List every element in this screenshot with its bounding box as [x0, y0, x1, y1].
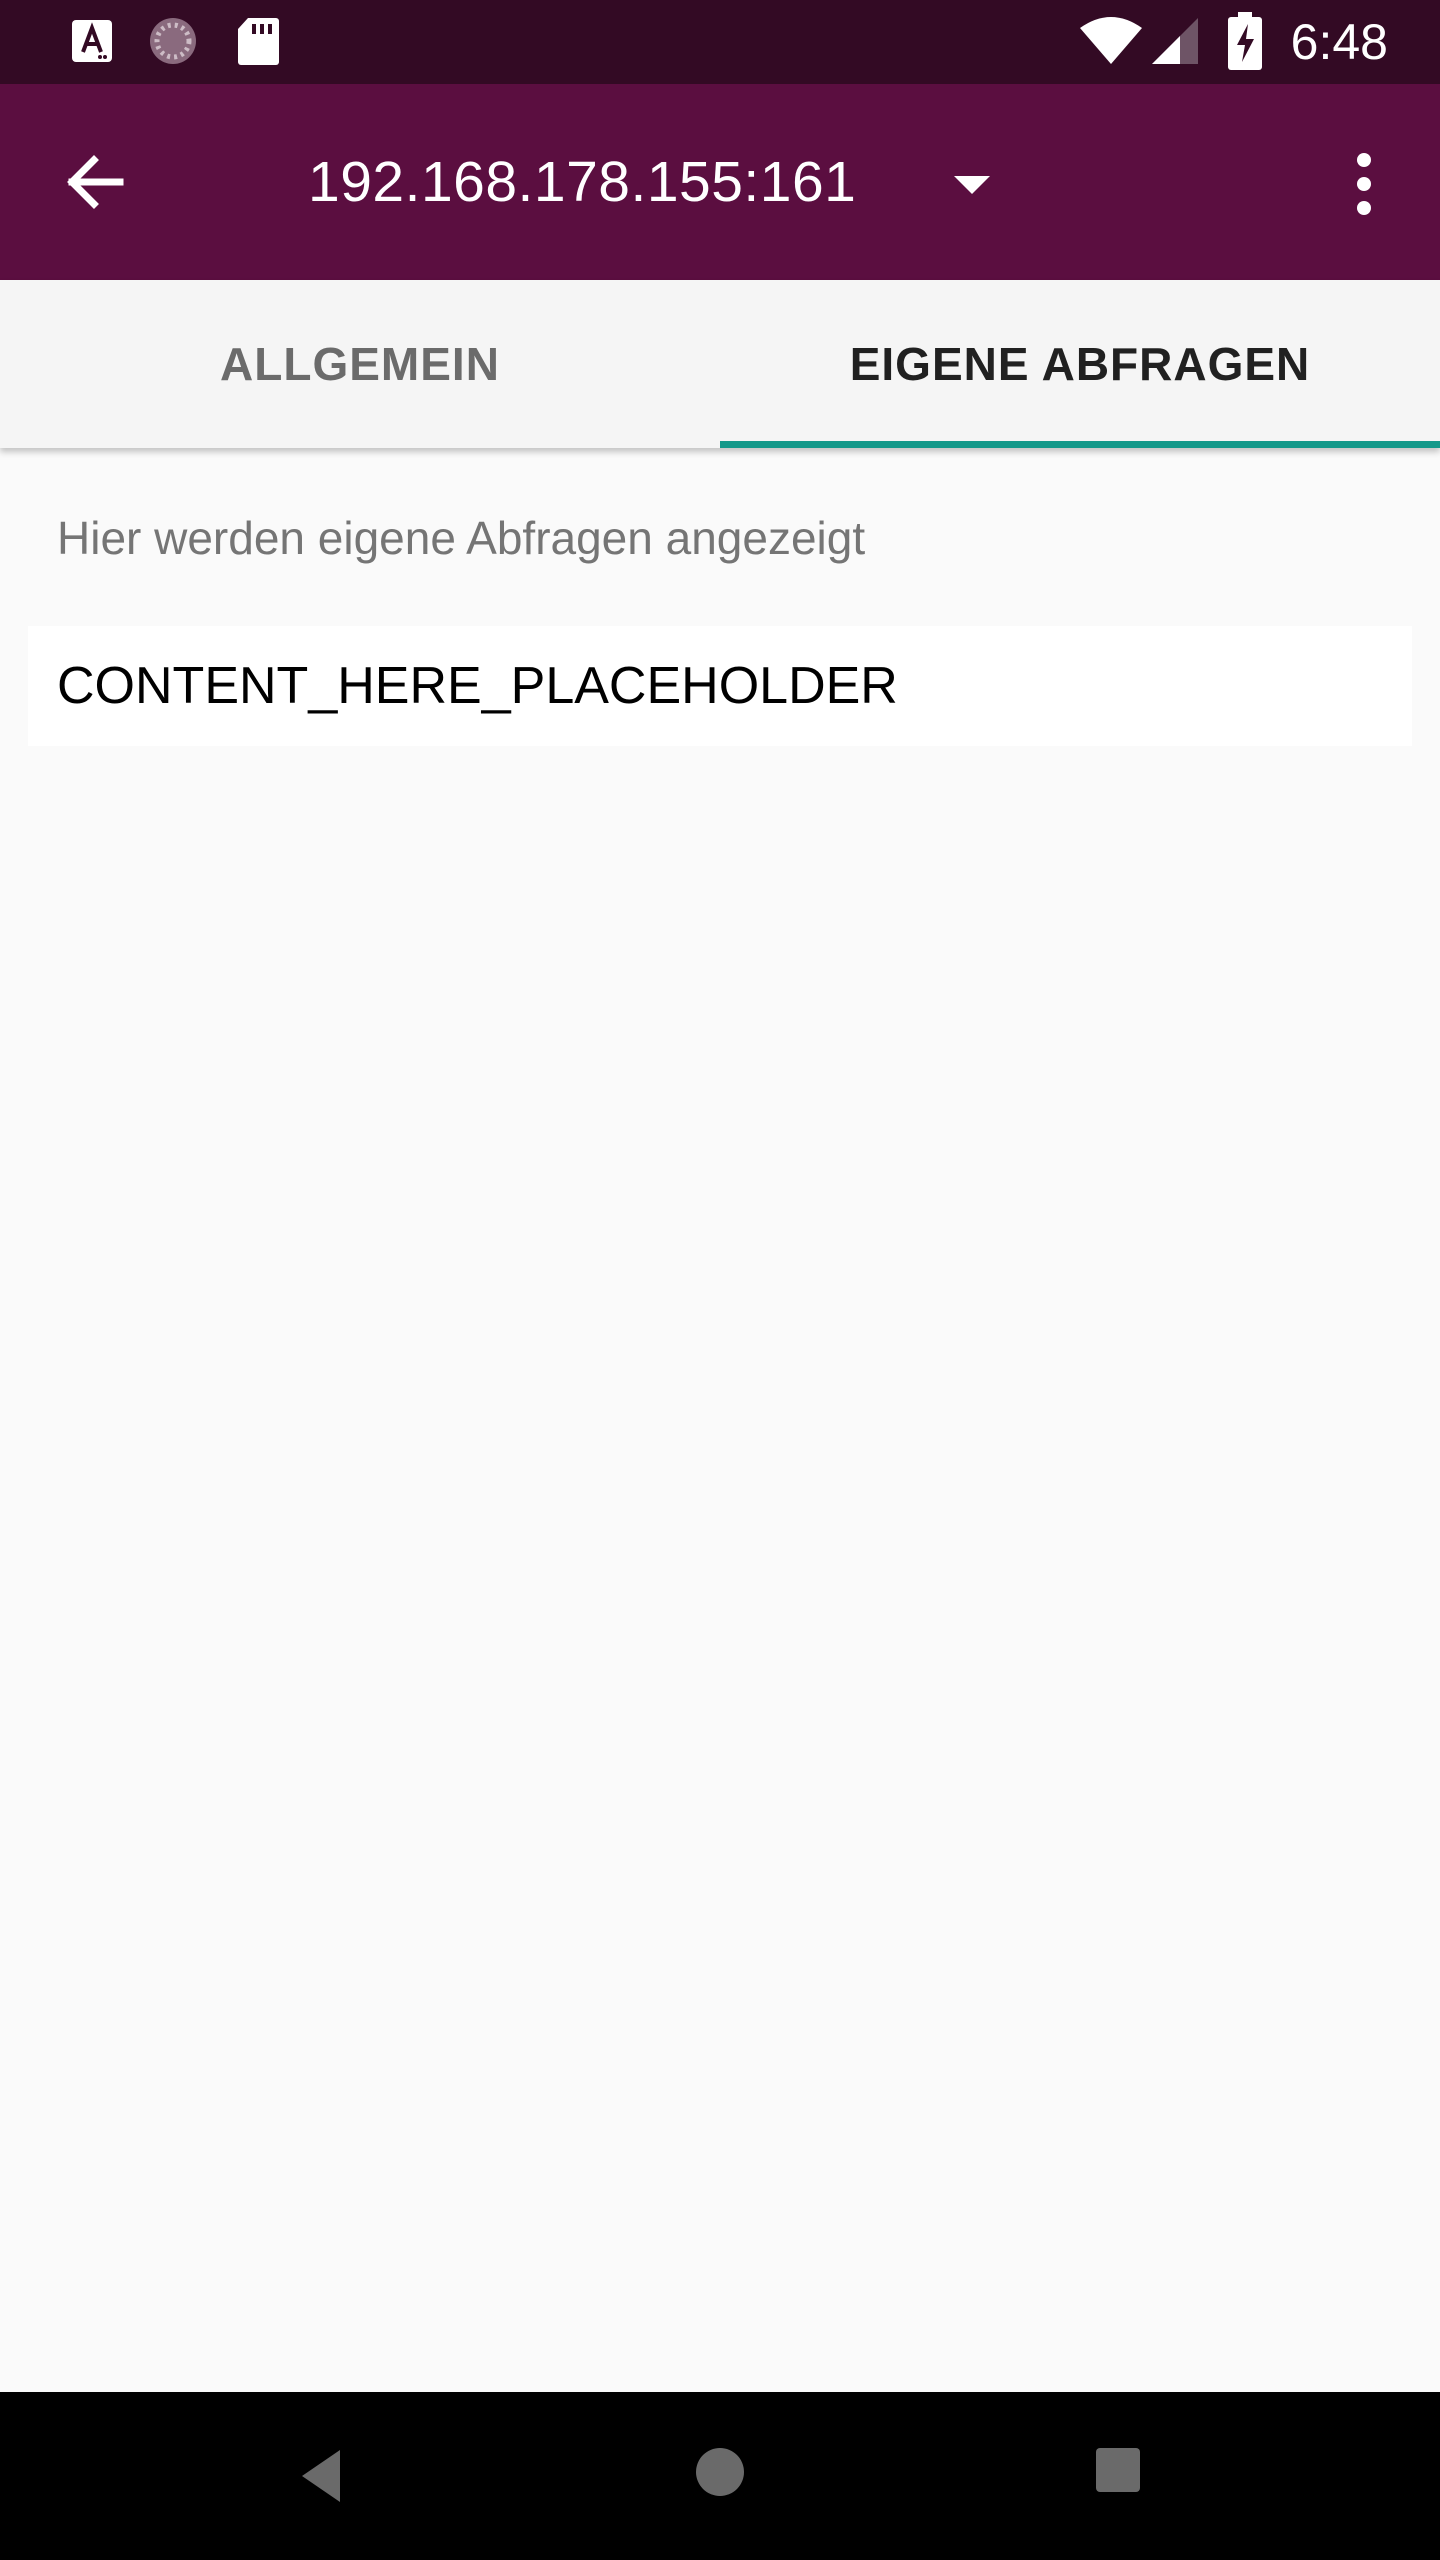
list-item[interactable]: CONTENT_HERE_PLACEHOLDER [28, 626, 1412, 746]
more-vert-icon[interactable] [1340, 144, 1388, 224]
host-title[interactable]: 192.168.178.155:161 [308, 148, 856, 216]
cell-signal-icon [1152, 18, 1198, 64]
empty-hint-text: Hier werden eigene Abfragen angezeigt [57, 512, 866, 564]
loading-circle-icon [150, 18, 196, 64]
tab-eigene-abfragen[interactable]: EIGENE ABFRAGEN [720, 280, 1440, 448]
status-time: 6:48 [1290, 14, 1388, 70]
wifi-icon [1080, 17, 1142, 64]
app-bar: 192.168.178.155:161 [0, 84, 1440, 280]
list-item-label: CONTENT_HERE_PLACEHOLDER [57, 657, 898, 715]
tab-allgemein[interactable]: ALLGEMEIN [0, 280, 720, 448]
sd-card-icon [238, 18, 279, 65]
dropdown-arrow-icon[interactable] [948, 168, 996, 200]
status-bar: 6:48 [0, 0, 1440, 84]
tab-indicator [720, 441, 1440, 448]
arrow-back-icon[interactable] [56, 142, 136, 222]
tab-bar: ALLGEMEIN EIGENE ABFRAGEN [0, 280, 1440, 448]
home-circle-icon[interactable] [694, 2446, 746, 2498]
navigation-bar [0, 2392, 1440, 2560]
back-triangle-icon[interactable] [298, 2446, 344, 2506]
recents-square-icon[interactable] [1096, 2448, 1140, 2492]
battery-charging-icon [1228, 12, 1262, 70]
text-app-icon [72, 20, 112, 62]
